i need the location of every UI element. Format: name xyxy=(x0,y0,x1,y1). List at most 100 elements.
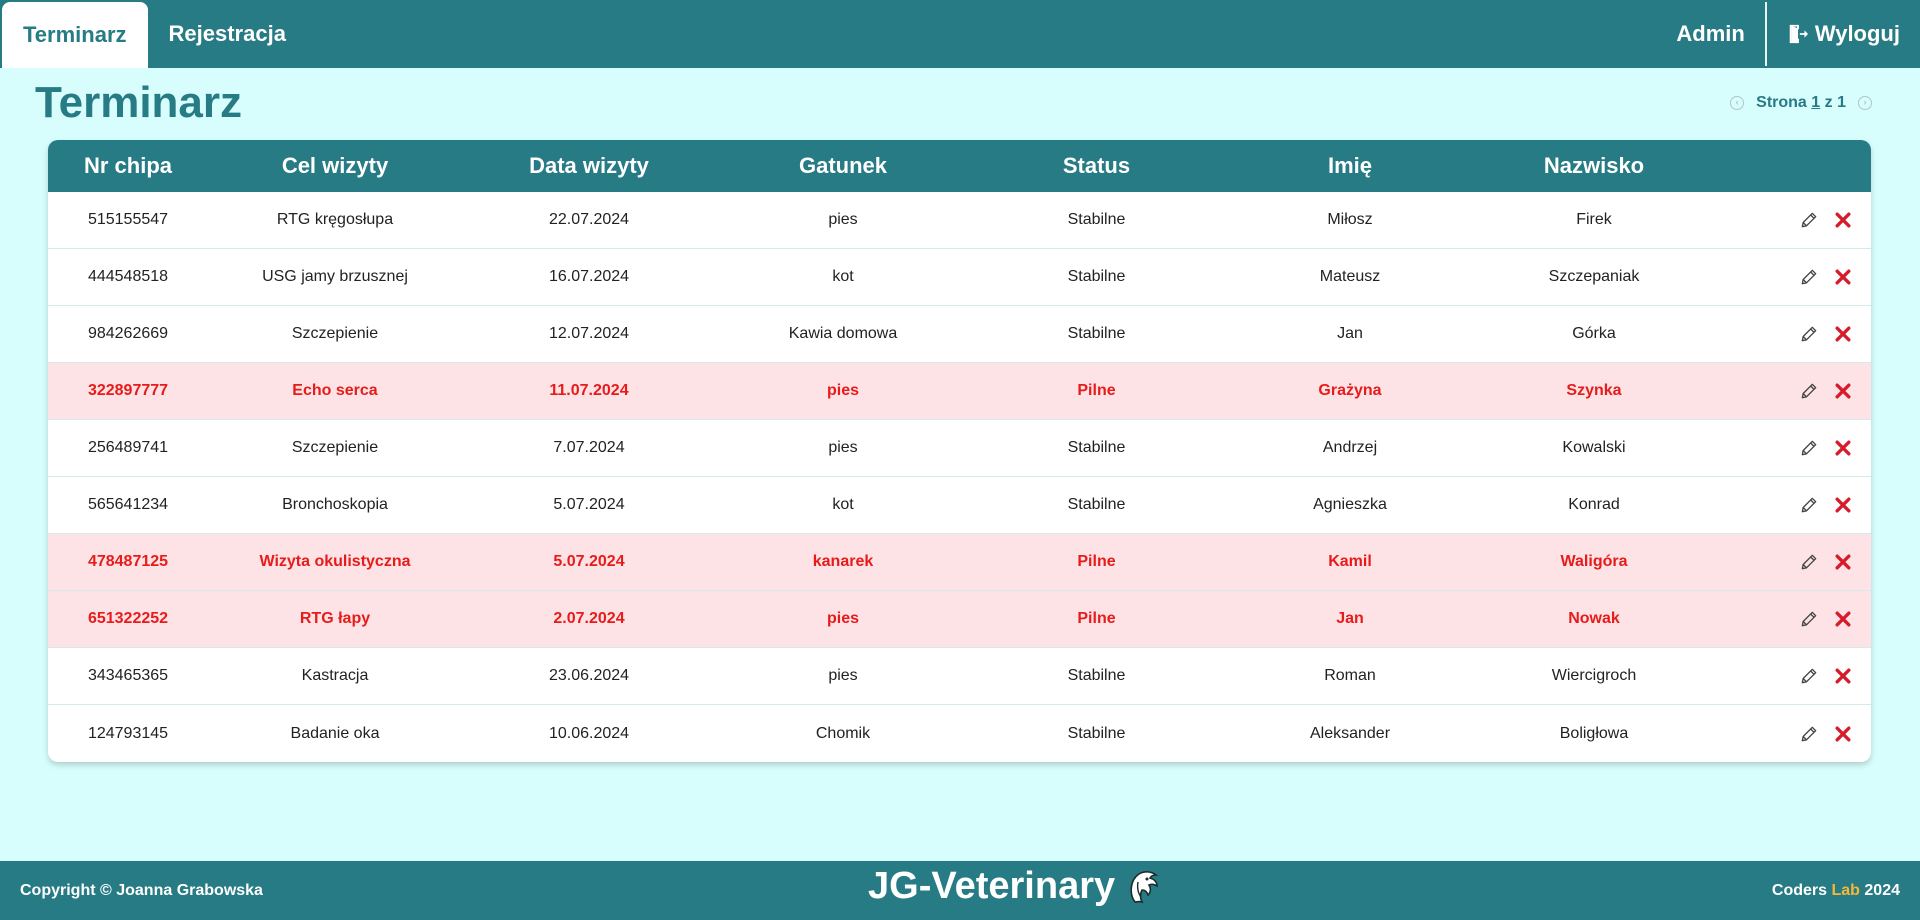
cell-purpose: RTG kręgosłupa xyxy=(276,211,394,228)
delete-icon[interactable] xyxy=(1833,381,1853,401)
cell-chip: 984262669 xyxy=(87,325,169,342)
edit-icon[interactable] xyxy=(1799,210,1819,230)
cell-first-name: Kamil xyxy=(1328,553,1372,570)
cell-species: Kawia domowa xyxy=(788,325,898,342)
admin-link[interactable]: Admin xyxy=(1656,0,1764,68)
cell-species: pies xyxy=(828,667,858,684)
table-row[interactable]: 565641234 Bronchoskopia 5.07.2024 kot Stabil… xyxy=(48,477,1871,534)
row-actions xyxy=(1711,666,1871,686)
tab-rejestracja-label: Rejestracja xyxy=(168,21,286,46)
next-page-icon[interactable]: › xyxy=(1858,96,1872,110)
cell-chip: 444548518 xyxy=(87,268,169,285)
edit-icon[interactable] xyxy=(1799,267,1819,287)
delete-icon[interactable] xyxy=(1833,724,1853,744)
cell-first-name: Aleksander xyxy=(1309,724,1391,742)
footer-brand: JG-Veterinary xyxy=(868,865,1159,908)
cell-status: Pilne xyxy=(1077,553,1116,570)
col-header-last-name[interactable]: Nazwisko xyxy=(1477,153,1711,179)
edit-icon[interactable] xyxy=(1799,609,1819,629)
cell-date: 7.07.2024 xyxy=(553,439,625,456)
delete-icon[interactable] xyxy=(1833,267,1853,287)
col-header-purpose[interactable]: Cel wizyty xyxy=(208,153,462,179)
table-row[interactable]: 515155547 RTG kręgosłupa 22.07.2024 pies Sta… xyxy=(48,192,1871,249)
cell-status: Stabilne xyxy=(1067,439,1126,456)
cell-species: Chomik xyxy=(815,724,871,742)
col-header-date[interactable]: Data wizyty xyxy=(462,153,716,179)
table-row[interactable]: 984262669 Szczepienie 12.07.2024 Kawia domo… xyxy=(48,306,1871,363)
edit-icon[interactable] xyxy=(1799,724,1819,744)
copyright-prefix: Copyright © xyxy=(20,881,112,899)
cell-last-name: Konrad xyxy=(1568,496,1620,513)
table-row[interactable]: 651322252 RTG łapy 2.07.2024 pies Pilne Jan No… xyxy=(48,591,1871,648)
cell-date: 16.07.2024 xyxy=(548,268,630,285)
cell-last-name: Górka xyxy=(1572,325,1616,342)
cell-purpose: Szczepienie xyxy=(291,325,379,342)
row-actions xyxy=(1711,324,1871,344)
cell-date: 10.06.2024 xyxy=(548,724,630,742)
pagination: ‹ Strona 1 z 1 › xyxy=(1730,94,1872,112)
cell-status: Stabilne xyxy=(1067,211,1126,228)
row-actions xyxy=(1711,267,1871,287)
col-header-first-name[interactable]: Imię xyxy=(1223,153,1477,179)
tab-rejestracja[interactable]: Rejestracja xyxy=(148,0,307,68)
logout-label: Wyloguj xyxy=(1814,21,1900,46)
cell-first-name: Jan xyxy=(1336,610,1364,627)
table-row[interactable]: 343465365 Kastracja 23.06.2024 pies Stabilne… xyxy=(48,648,1871,705)
delete-icon[interactable] xyxy=(1833,552,1853,572)
cell-status: Pilne xyxy=(1077,382,1116,399)
delete-icon[interactable] xyxy=(1833,210,1853,230)
cell-last-name: Kowalski xyxy=(1562,439,1626,456)
cell-first-name: Mateusz xyxy=(1319,268,1381,285)
edit-icon[interactable] xyxy=(1799,381,1819,401)
edit-icon[interactable] xyxy=(1799,324,1819,344)
col-header-status[interactable]: Status xyxy=(970,153,1223,179)
tab-terminarz[interactable]: Terminarz xyxy=(2,2,148,68)
table-row[interactable]: 322897777 Echo serca 11.07.2024 pies Pilne Gr… xyxy=(48,363,1871,420)
cell-species: pies xyxy=(826,382,859,399)
row-actions xyxy=(1711,724,1871,744)
table-row[interactable]: 124793145 Badanie oka 10.06.2024 Chomik Stab… xyxy=(48,705,1871,762)
edit-icon[interactable] xyxy=(1799,552,1819,572)
delete-icon[interactable] xyxy=(1833,609,1853,629)
prev-page-icon[interactable]: ‹ xyxy=(1730,96,1745,110)
edit-icon[interactable] xyxy=(1799,495,1819,515)
edit-icon[interactable] xyxy=(1799,438,1819,458)
delete-icon[interactable] xyxy=(1833,495,1853,515)
cell-date: 5.07.2024 xyxy=(553,496,625,513)
table-row[interactable]: 256489741 Szczepienie 7.07.2024 pies Stabiln… xyxy=(48,420,1871,477)
footer: Copyright © Joanna Grabowska JG-Veterina… xyxy=(0,861,1920,920)
cell-date: 12.07.2024 xyxy=(548,325,630,342)
appointments-table: Nr chipa Cel wizyty Data wizyty Gatunek … xyxy=(48,140,1871,762)
cell-chip: 343465365 xyxy=(87,667,169,684)
row-actions xyxy=(1711,381,1871,401)
cell-species: kot xyxy=(832,496,854,513)
cell-species: pies xyxy=(826,610,859,627)
cell-first-name: Miłosz xyxy=(1327,211,1373,228)
row-actions xyxy=(1711,210,1871,230)
logout-button[interactable]: Wyloguj xyxy=(1767,0,1920,68)
table-row[interactable]: 478487125 Wizyta okulistyczna 5.07.2024 kan… xyxy=(48,534,1871,591)
cell-chip: 124793145 xyxy=(87,724,169,742)
delete-icon[interactable] xyxy=(1833,438,1853,458)
cell-chip: 322897777 xyxy=(87,382,169,399)
cell-last-name: Boligłowa xyxy=(1559,724,1629,742)
delete-icon[interactable] xyxy=(1833,324,1853,344)
cell-purpose: Badanie oka xyxy=(290,724,380,742)
cell-first-name: Jan xyxy=(1337,325,1363,342)
col-header-species[interactable]: Gatunek xyxy=(716,153,970,179)
cell-first-name: Grażyna xyxy=(1318,382,1382,399)
cell-date: 2.07.2024 xyxy=(553,610,625,627)
cell-last-name: Nowak xyxy=(1568,610,1620,627)
col-header-chip[interactable]: Nr chipa xyxy=(48,153,208,179)
cell-chip: 515155547 xyxy=(87,211,169,228)
cell-status: Stabilne xyxy=(1067,268,1126,285)
row-actions xyxy=(1711,552,1871,572)
edit-icon[interactable] xyxy=(1799,666,1819,686)
cell-last-name: Szczepaniak xyxy=(1548,268,1640,285)
credit-coders: Coders xyxy=(1771,881,1828,899)
table-row[interactable]: 444548518 USG jamy brzusznej 16.07.2024 kot… xyxy=(48,249,1871,306)
cell-purpose: Wizyta okulistyczna xyxy=(259,553,411,570)
credit-lab: Lab xyxy=(1831,881,1860,899)
delete-icon[interactable] xyxy=(1833,666,1853,686)
